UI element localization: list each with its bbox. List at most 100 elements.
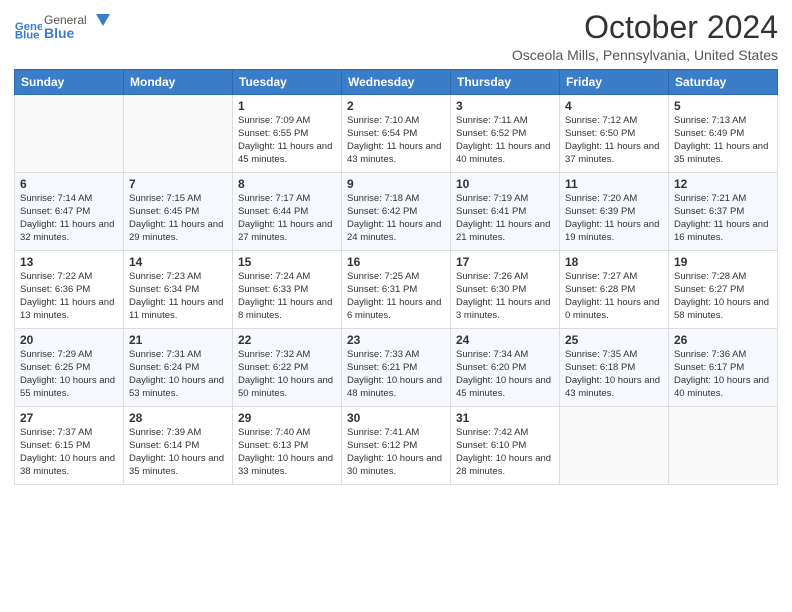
day-info: Sunrise: 7:20 AMSunset: 6:39 PMDaylight:… <box>565 193 663 244</box>
day-number: 22 <box>238 333 336 347</box>
calendar-day-header: Sunday <box>15 70 124 95</box>
calendar-day-header: Saturday <box>669 70 778 95</box>
day-number: 25 <box>565 333 663 347</box>
day-info: Sunrise: 7:39 AMSunset: 6:14 PMDaylight:… <box>129 427 227 478</box>
calendar-day-header: Friday <box>560 70 669 95</box>
calendar-cell: 29 Sunrise: 7:40 AMSunset: 6:13 PMDayligh… <box>233 407 342 485</box>
day-number: 31 <box>456 411 554 425</box>
day-number: 10 <box>456 177 554 191</box>
day-number: 3 <box>456 99 554 113</box>
calendar-cell: 17 Sunrise: 7:26 AMSunset: 6:30 PMDayligh… <box>451 251 560 329</box>
calendar-cell: 16 Sunrise: 7:25 AMSunset: 6:31 PMDayligh… <box>342 251 451 329</box>
calendar-cell: 8 Sunrise: 7:17 AMSunset: 6:44 PMDaylight… <box>233 173 342 251</box>
day-info: Sunrise: 7:09 AMSunset: 6:55 PMDaylight:… <box>238 115 336 166</box>
day-info: Sunrise: 7:11 AMSunset: 6:52 PMDaylight:… <box>456 115 554 166</box>
day-info: Sunrise: 7:41 AMSunset: 6:12 PMDaylight:… <box>347 427 445 478</box>
calendar-week-row: 27 Sunrise: 7:37 AMSunset: 6:15 PMDayligh… <box>15 407 778 485</box>
day-number: 17 <box>456 255 554 269</box>
calendar-week-row: 20Sunrise: 7:29 AMSunset: 6:25 PMDayligh… <box>15 329 778 407</box>
calendar-cell: 12 Sunrise: 7:21 AMSunset: 6:37 PMDayligh… <box>669 173 778 251</box>
day-number: 9 <box>347 177 445 191</box>
day-number: 2 <box>347 99 445 113</box>
day-number: 29 <box>238 411 336 425</box>
day-info: Sunrise: 7:34 AMSunset: 6:20 PMDaylight:… <box>456 349 554 400</box>
day-number: 28 <box>129 411 227 425</box>
day-number: 5 <box>674 99 772 113</box>
calendar-cell: 30 Sunrise: 7:41 AMSunset: 6:12 PMDayligh… <box>342 407 451 485</box>
page-container: General Blue General Blue October 2024 O… <box>0 0 792 493</box>
svg-text:Blue: Blue <box>44 25 75 41</box>
day-info: Sunrise: 7:28 AMSunset: 6:27 PMDaylight:… <box>674 271 772 322</box>
day-number: 24 <box>456 333 554 347</box>
calendar-day-header: Thursday <box>451 70 560 95</box>
day-info: Sunrise: 7:37 AMSunset: 6:15 PMDaylight:… <box>20 427 118 478</box>
calendar-day-header: Monday <box>124 70 233 95</box>
calendar-cell: 9 Sunrise: 7:18 AMSunset: 6:42 PMDaylight… <box>342 173 451 251</box>
calendar-cell: 27 Sunrise: 7:37 AMSunset: 6:15 PMDayligh… <box>15 407 124 485</box>
calendar-week-row: 6Sunrise: 7:14 AMSunset: 6:47 PMDaylight… <box>15 173 778 251</box>
day-info: Sunrise: 7:25 AMSunset: 6:31 PMDaylight:… <box>347 271 445 322</box>
day-number: 27 <box>20 411 118 425</box>
header: General Blue General Blue October 2024 O… <box>14 10 778 63</box>
calendar-cell <box>560 407 669 485</box>
day-number: 15 <box>238 255 336 269</box>
day-number: 13 <box>20 255 118 269</box>
svg-text:Blue: Blue <box>15 30 40 42</box>
calendar-cell: 25Sunrise: 7:35 AMSunset: 6:18 PMDayligh… <box>560 329 669 407</box>
title-block: October 2024 Osceola Mills, Pennsylvania… <box>512 10 778 63</box>
calendar-cell: 24 Sunrise: 7:34 AMSunset: 6:20 PMDayligh… <box>451 329 560 407</box>
location: Osceola Mills, Pennsylvania, United Stat… <box>512 47 778 63</box>
day-number: 1 <box>238 99 336 113</box>
day-info: Sunrise: 7:42 AMSunset: 6:10 PMDaylight:… <box>456 427 554 478</box>
day-number: 30 <box>347 411 445 425</box>
day-number: 23 <box>347 333 445 347</box>
day-number: 21 <box>129 333 227 347</box>
day-number: 16 <box>347 255 445 269</box>
calendar-cell: 28 Sunrise: 7:39 AMSunset: 6:14 PMDayligh… <box>124 407 233 485</box>
day-info: Sunrise: 7:17 AMSunset: 6:44 PMDaylight:… <box>238 193 336 244</box>
day-info: Sunrise: 7:40 AMSunset: 6:13 PMDaylight:… <box>238 427 336 478</box>
day-info: Sunrise: 7:33 AMSunset: 6:21 PMDaylight:… <box>347 349 445 400</box>
calendar-cell: 13 Sunrise: 7:22 AMSunset: 6:36 PMDayligh… <box>15 251 124 329</box>
calendar-cell <box>124 95 233 173</box>
day-info: Sunrise: 7:12 AMSunset: 6:50 PMDaylight:… <box>565 115 663 166</box>
day-info: Sunrise: 7:18 AMSunset: 6:42 PMDaylight:… <box>347 193 445 244</box>
calendar-week-row: 1 Sunrise: 7:09 AMSunset: 6:55 PMDaylight… <box>15 95 778 173</box>
calendar-cell: 14Sunrise: 7:23 AMSunset: 6:34 PMDayligh… <box>124 251 233 329</box>
calendar-table: SundayMondayTuesdayWednesdayThursdayFrid… <box>14 69 778 485</box>
calendar-cell: 18Sunrise: 7:27 AMSunset: 6:28 PMDayligh… <box>560 251 669 329</box>
day-info: Sunrise: 7:21 AMSunset: 6:37 PMDaylight:… <box>674 193 772 244</box>
day-info: Sunrise: 7:31 AMSunset: 6:24 PMDaylight:… <box>129 349 227 400</box>
calendar-cell: 1 Sunrise: 7:09 AMSunset: 6:55 PMDaylight… <box>233 95 342 173</box>
day-info: Sunrise: 7:26 AMSunset: 6:30 PMDaylight:… <box>456 271 554 322</box>
logo-svg: General Blue <box>44 10 114 46</box>
calendar-cell: 20Sunrise: 7:29 AMSunset: 6:25 PMDayligh… <box>15 329 124 407</box>
day-number: 26 <box>674 333 772 347</box>
calendar-cell: 6Sunrise: 7:14 AMSunset: 6:47 PMDaylight… <box>15 173 124 251</box>
day-number: 7 <box>129 177 227 191</box>
day-number: 12 <box>674 177 772 191</box>
calendar-cell: 7 Sunrise: 7:15 AMSunset: 6:45 PMDaylight… <box>124 173 233 251</box>
calendar-cell: 5Sunrise: 7:13 AMSunset: 6:49 PMDaylight… <box>669 95 778 173</box>
calendar-cell: 2Sunrise: 7:10 AMSunset: 6:54 PMDaylight… <box>342 95 451 173</box>
day-info: Sunrise: 7:22 AMSunset: 6:36 PMDaylight:… <box>20 271 118 322</box>
calendar-day-header: Wednesday <box>342 70 451 95</box>
calendar-cell: 10Sunrise: 7:19 AMSunset: 6:41 PMDayligh… <box>451 173 560 251</box>
month-title: October 2024 <box>512 10 778 45</box>
day-info: Sunrise: 7:36 AMSunset: 6:17 PMDaylight:… <box>674 349 772 400</box>
day-number: 20 <box>20 333 118 347</box>
calendar-cell: 11 Sunrise: 7:20 AMSunset: 6:39 PMDayligh… <box>560 173 669 251</box>
calendar-day-header: Tuesday <box>233 70 342 95</box>
day-number: 8 <box>238 177 336 191</box>
day-number: 6 <box>20 177 118 191</box>
calendar-cell <box>15 95 124 173</box>
calendar-cell: 23 Sunrise: 7:33 AMSunset: 6:21 PMDayligh… <box>342 329 451 407</box>
calendar-cell: 26 Sunrise: 7:36 AMSunset: 6:17 PMDayligh… <box>669 329 778 407</box>
day-info: Sunrise: 7:15 AMSunset: 6:45 PMDaylight:… <box>129 193 227 244</box>
logo-icon: General Blue <box>14 14 42 42</box>
logo: General Blue General Blue <box>14 10 114 46</box>
calendar-cell: 19Sunrise: 7:28 AMSunset: 6:27 PMDayligh… <box>669 251 778 329</box>
calendar-cell: 22Sunrise: 7:32 AMSunset: 6:22 PMDayligh… <box>233 329 342 407</box>
day-number: 11 <box>565 177 663 191</box>
day-info: Sunrise: 7:23 AMSunset: 6:34 PMDaylight:… <box>129 271 227 322</box>
